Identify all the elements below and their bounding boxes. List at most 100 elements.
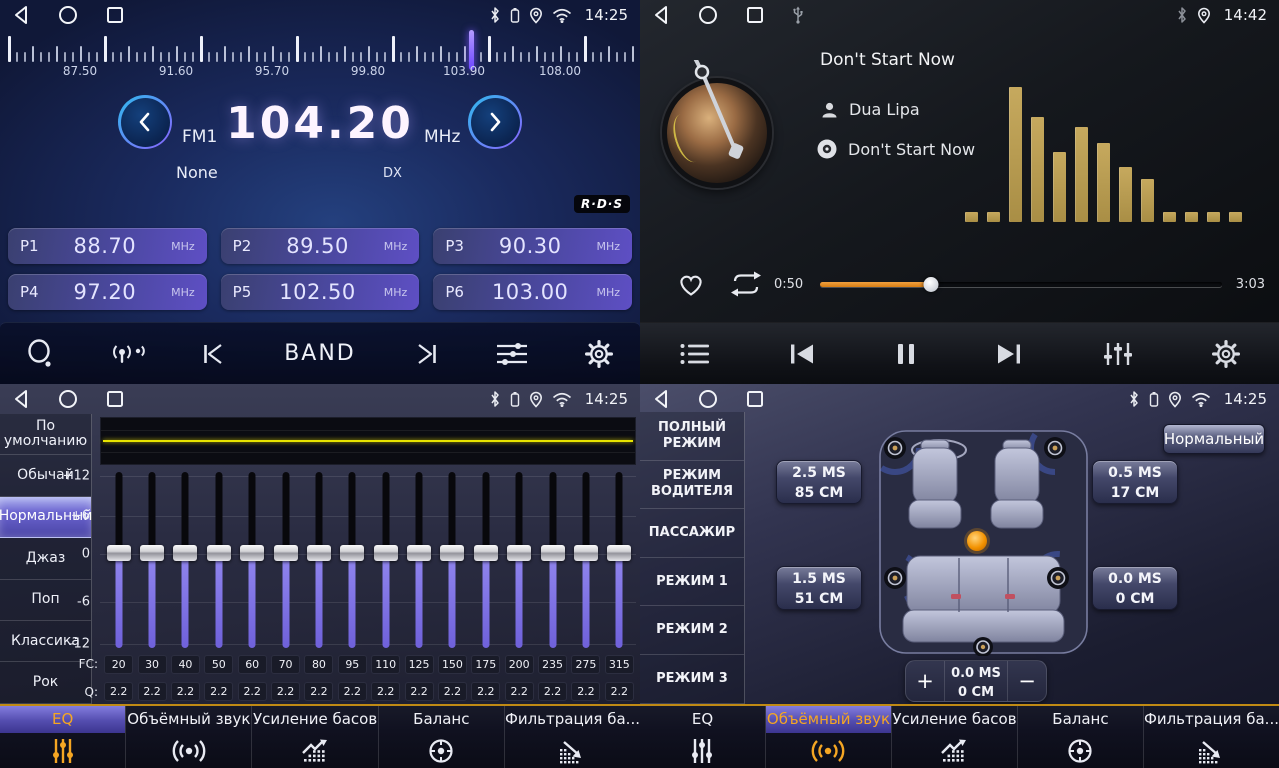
visualizer-bar: [965, 212, 978, 222]
tab-surround[interactable]: Объёмный звук: [126, 706, 252, 768]
previous-track-button[interactable]: [788, 342, 816, 366]
recents-icon[interactable]: [746, 6, 764, 24]
stepper-ms: 0.0 MS: [945, 664, 1007, 683]
slider-thumb[interactable]: [541, 545, 565, 561]
slider-thumb[interactable]: [574, 545, 598, 561]
recents-icon[interactable]: [746, 390, 764, 408]
tab-surround[interactable]: Объёмный звук: [766, 706, 892, 768]
eq-band-slider[interactable]: [236, 472, 269, 648]
eq-band-slider[interactable]: [202, 472, 235, 648]
settings-button[interactable]: [585, 340, 613, 368]
tab-balance[interactable]: Баланс: [379, 706, 505, 768]
delay-rear-right-button[interactable]: 0.0 MS 0 CM: [1092, 566, 1178, 610]
eq-band-slider[interactable]: [302, 472, 335, 648]
eq-band-slider[interactable]: [469, 472, 502, 648]
preset-p1[interactable]: P188.70MHz: [8, 228, 207, 264]
tab-eq[interactable]: EQ: [640, 706, 766, 768]
home-icon[interactable]: [698, 5, 718, 25]
slider-thumb[interactable]: [607, 545, 631, 561]
eq-band-slider[interactable]: [369, 472, 402, 648]
delay-front-left-button[interactable]: 2.5 MS 85 CM: [776, 460, 862, 504]
eq-band-slider[interactable]: [569, 472, 602, 648]
mode-passenger[interactable]: ПАССАЖИР: [640, 509, 744, 558]
delay-front-right-button[interactable]: 0.5 MS 17 CM: [1092, 460, 1178, 504]
mode-driver[interactable]: РЕЖИМ ВОДИТЕЛЯ: [640, 461, 744, 510]
slider-thumb[interactable]: [207, 545, 231, 561]
tab-filter[interactable]: Фильтрация ба...: [1144, 706, 1279, 768]
eq-shortcut-button[interactable]: [494, 340, 530, 368]
slider-thumb[interactable]: [374, 545, 398, 561]
seek-bar[interactable]: [820, 282, 1222, 287]
seek-thumb[interactable]: [923, 277, 938, 292]
eq-band-slider[interactable]: [503, 472, 536, 648]
mode-3[interactable]: РЕЖИМ 3: [640, 655, 744, 704]
eq-band-slider[interactable]: [536, 472, 569, 648]
eq-band-slider[interactable]: [436, 472, 469, 648]
preset-p4[interactable]: P497.20MHz: [8, 274, 207, 310]
slider-thumb[interactable]: [340, 545, 364, 561]
home-icon[interactable]: [58, 389, 78, 409]
heart-icon: [676, 272, 706, 298]
mode-2[interactable]: РЕЖИМ 2: [640, 606, 744, 655]
recents-icon[interactable]: [106, 6, 124, 24]
preset-p6[interactable]: P6103.00MHz: [433, 274, 632, 310]
slider-thumb[interactable]: [440, 545, 464, 561]
home-icon[interactable]: [698, 389, 718, 409]
slider-thumb[interactable]: [173, 545, 197, 561]
next-station-button[interactable]: [410, 342, 440, 366]
eq-band-slider[interactable]: [402, 472, 435, 648]
next-track-button[interactable]: [995, 342, 1023, 366]
settings-button[interactable]: [1212, 340, 1240, 368]
back-icon[interactable]: [12, 389, 30, 409]
favorite-button[interactable]: [676, 272, 706, 302]
back-icon[interactable]: [12, 5, 30, 25]
preset-p3[interactable]: P390.30MHz: [433, 228, 632, 264]
slider-thumb[interactable]: [140, 545, 164, 561]
pause-button[interactable]: [894, 341, 918, 367]
eq-band-slider[interactable]: [269, 472, 302, 648]
tab-eq[interactable]: EQ: [0, 706, 126, 768]
tune-down-button[interactable]: [118, 95, 172, 149]
slider-thumb[interactable]: [474, 545, 498, 561]
equalizer-button[interactable]: [1101, 340, 1135, 368]
back-icon[interactable]: [652, 5, 670, 25]
mode-full[interactable]: ПОЛНЫЙ РЕЖИМ: [640, 412, 744, 461]
tab-filter[interactable]: Фильтрация ба...: [505, 706, 640, 768]
eq-band-slider[interactable]: [102, 472, 135, 648]
eq-band-slider[interactable]: [135, 472, 168, 648]
mode-1[interactable]: РЕЖИМ 1: [640, 558, 744, 607]
recents-icon[interactable]: [106, 390, 124, 408]
profile-button[interactable]: Нормальный: [1163, 424, 1265, 454]
increase-button[interactable]: +: [906, 661, 944, 701]
freq-tick: [224, 46, 226, 62]
eq-preset-default[interactable]: По умолчанию: [0, 414, 91, 455]
preset-p2[interactable]: P289.50MHz: [221, 228, 420, 264]
freq-tick: [512, 46, 514, 62]
eq-band-slider[interactable]: [336, 472, 369, 648]
tab-balance[interactable]: Баланс: [1018, 706, 1144, 768]
freq-tick: [152, 46, 154, 62]
back-icon[interactable]: [652, 389, 670, 409]
frequency-scale[interactable]: 87.50 91.60 95.70 99.80 103.90 108.00: [8, 34, 632, 80]
tab-bass-boost[interactable]: Усиление басов: [252, 706, 378, 768]
tab-bass-boost[interactable]: Усиление басов: [892, 706, 1018, 768]
scan-button[interactable]: [27, 339, 55, 369]
slider-thumb[interactable]: [307, 545, 331, 561]
decrease-button[interactable]: −: [1008, 661, 1046, 701]
prev-station-button[interactable]: [200, 342, 230, 366]
slider-thumb[interactable]: [507, 545, 531, 561]
home-icon[interactable]: [58, 5, 78, 25]
playlist-button[interactable]: [679, 341, 711, 367]
tune-up-button[interactable]: [468, 95, 522, 149]
eq-band-slider[interactable]: [603, 472, 636, 648]
slider-thumb[interactable]: [107, 545, 131, 561]
repeat-button[interactable]: [728, 270, 764, 304]
eq-band-slider[interactable]: [169, 472, 202, 648]
broadcast-button[interactable]: [110, 341, 146, 367]
slider-thumb[interactable]: [240, 545, 264, 561]
slider-thumb[interactable]: [407, 545, 431, 561]
slider-thumb[interactable]: [274, 545, 298, 561]
band-button[interactable]: BAND: [284, 341, 356, 366]
delay-rear-left-button[interactable]: 1.5 MS 51 CM: [776, 566, 862, 610]
preset-p5[interactable]: P5102.50MHz: [221, 274, 420, 310]
